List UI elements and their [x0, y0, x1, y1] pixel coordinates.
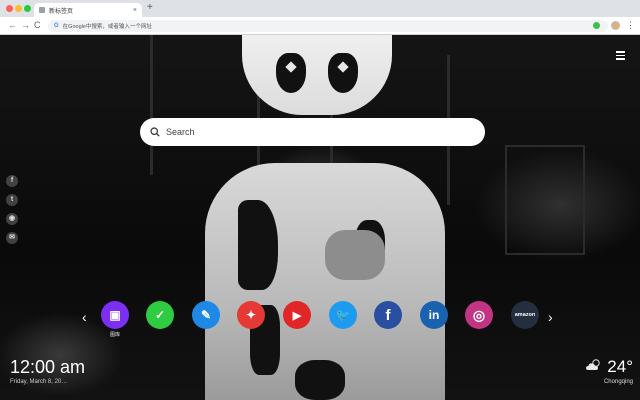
address-bar[interactable]: G 在Google中搜索，或者输入一个网址: [48, 20, 608, 32]
search-input[interactable]: Search: [166, 127, 195, 137]
amazon-icon: amazon: [511, 301, 539, 329]
quick-link-linkedin[interactable]: in: [419, 301, 449, 341]
quick-link-facebook[interactable]: f: [373, 301, 403, 341]
forward-button[interactable]: →: [21, 20, 30, 31]
cloud-sun-icon: [585, 358, 603, 376]
background-truss: [505, 145, 585, 255]
todo-icon: ✓: [146, 301, 174, 329]
extension-icon[interactable]: [593, 22, 600, 29]
search-box[interactable]: Search: [140, 118, 485, 146]
quick-link-twitter[interactable]: 🐦: [328, 301, 358, 341]
background-figure-hands: [325, 230, 385, 280]
window-maximize-button[interactable]: [24, 5, 31, 12]
tab-new-tab[interactable]: 新标签页 ×: [34, 3, 142, 17]
helmet-eye-right: [328, 53, 358, 93]
quick-link-youtube[interactable]: ▶: [282, 301, 312, 341]
instagram-icon: ◎: [465, 301, 493, 329]
window-close-button[interactable]: [6, 5, 13, 12]
linkedin-icon: in: [420, 301, 448, 329]
jacket-pattern: [295, 360, 345, 400]
weather-widget[interactable]: 24° Chongqing: [575, 357, 633, 385]
quick-link-notes[interactable]: ✎: [191, 301, 221, 341]
quick-link-instagram[interactable]: ◎: [464, 301, 494, 341]
notes-icon: ✎: [192, 301, 220, 329]
new-tab-button[interactable]: +: [147, 3, 153, 13]
hamburger-menu-icon[interactable]: [616, 51, 625, 60]
weather-city: Chongqing: [603, 379, 633, 385]
quick-links: ▣ 图库 ✓ ✎ ✦ ▶ 🐦 f in ◎ amazon: [100, 301, 540, 341]
clock-widget: 12:00 am Friday, March 8, 20…: [10, 357, 85, 385]
facebook-icon[interactable]: f: [6, 175, 18, 187]
browser-toolbar: ← → C G 在Google中搜索，或者输入一个网址 ⋮: [0, 17, 640, 35]
browser-window: 新标签页 × + ← → C G 在Google中搜索，或者输入一个网址 ⋮ S…: [0, 0, 640, 400]
window-minimize-button[interactable]: [15, 5, 22, 12]
quick-link-wallpaper[interactable]: ▣ 图库: [100, 301, 130, 341]
weather-temperature: 24°: [607, 357, 633, 376]
youtube-icon: ▶: [283, 301, 311, 329]
search-icon: [150, 127, 160, 137]
facebook-icon: f: [374, 301, 402, 329]
address-placeholder: 在Google中搜索，或者输入一个网址: [62, 24, 152, 30]
clock-time: 12:00 am: [10, 357, 86, 377]
snapchat-icon[interactable]: ◉: [6, 213, 18, 225]
tab-close-icon[interactable]: ×: [133, 7, 137, 14]
game-icon: ✦: [237, 301, 265, 329]
back-button[interactable]: ←: [8, 20, 17, 31]
tab-favicon-icon: [39, 7, 45, 13]
wechat-icon[interactable]: ✉: [6, 232, 18, 244]
profile-avatar[interactable]: [611, 21, 620, 30]
wallpaper-icon: ▣: [101, 301, 129, 329]
clock-date: Friday, March 8, 20…: [10, 379, 68, 385]
quick-link-todo[interactable]: ✓: [145, 301, 175, 341]
quick-link-game[interactable]: ✦: [236, 301, 266, 341]
google-icon: G: [54, 23, 59, 29]
quick-link-amazon[interactable]: amazon: [510, 301, 540, 341]
tab-title: 新标签页: [49, 8, 74, 15]
twitter-icon: 🐦: [329, 301, 357, 329]
helmet-eye-left: [276, 53, 306, 93]
new-tab-page: Search f t ◉ ✉ ‹ ▣ 图库 ✓ ✎ ✦ ▶ 🐦 f in ◎ a…: [0, 35, 640, 400]
quick-links-next-icon[interactable]: ›: [548, 310, 553, 324]
quick-link-label: 图库: [109, 332, 120, 338]
tab-strip: 新标签页 × +: [0, 0, 640, 17]
quick-links-prev-icon[interactable]: ‹: [82, 310, 87, 324]
twitter-icon[interactable]: t: [6, 194, 18, 206]
browser-menu-icon[interactable]: ⋮: [626, 19, 635, 31]
social-rail: f t ◉ ✉: [6, 175, 19, 251]
reload-button[interactable]: C: [34, 20, 41, 31]
jacket-pattern: [238, 200, 278, 290]
